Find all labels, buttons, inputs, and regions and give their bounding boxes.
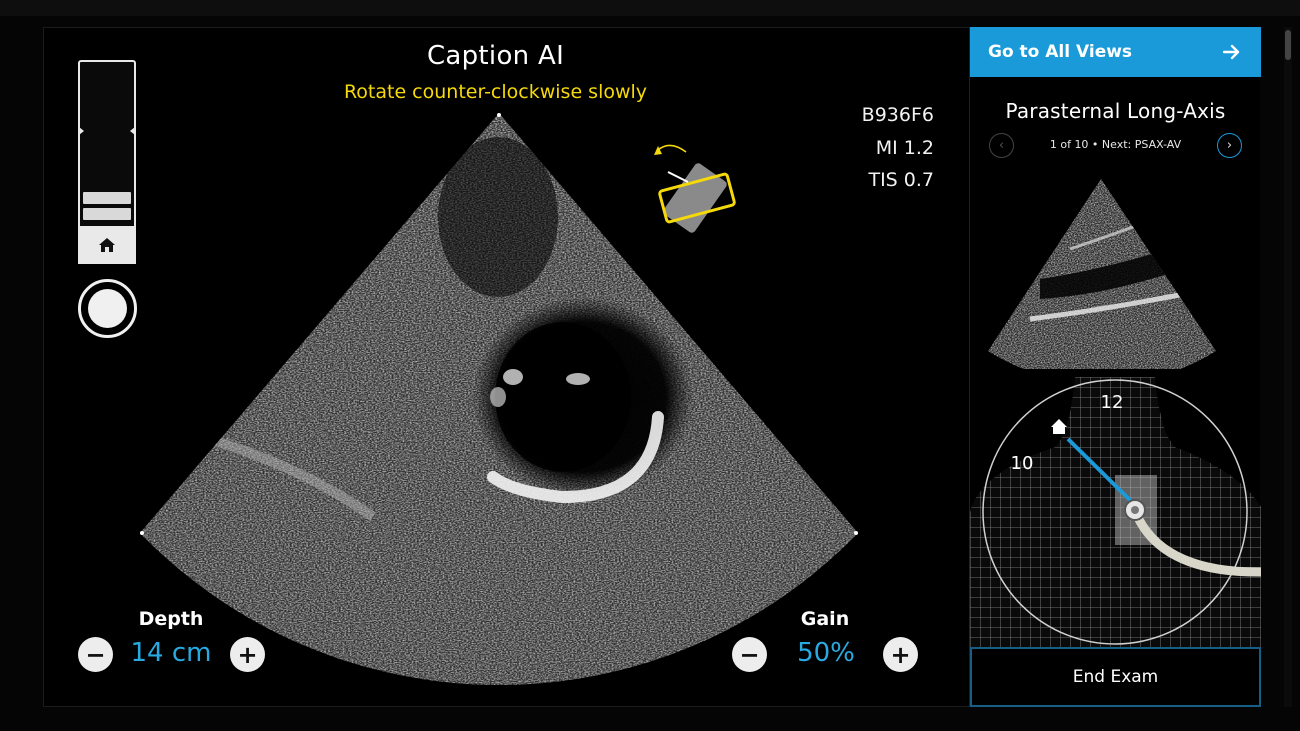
home-button[interactable] bbox=[78, 226, 136, 264]
depth-decrease-button[interactable]: − bbox=[78, 637, 113, 672]
guidance-panel: Go to All Views Parasternal Long-Axis ‹ … bbox=[969, 27, 1261, 707]
minus-icon: − bbox=[85, 640, 106, 669]
chevron-right-icon: › bbox=[1226, 138, 1233, 153]
tis-value: TIS 0.7 bbox=[868, 169, 934, 191]
record-button[interactable] bbox=[78, 279, 137, 338]
exam-id: B936F6 bbox=[861, 104, 934, 126]
acoustic-readout: B936F6 MI 1.2 TIS 0.7 bbox=[862, 99, 934, 197]
probe-position-diagram: 12 10 bbox=[970, 377, 1261, 647]
clock-label-12: 12 bbox=[1101, 392, 1124, 413]
guidance-text: Rotate counter-clockwise slowly bbox=[343, 81, 648, 103]
plus-icon: + bbox=[890, 640, 911, 669]
reference-view-image bbox=[988, 179, 1216, 369]
gain-value: 50% bbox=[797, 638, 855, 668]
minus-icon: − bbox=[739, 640, 760, 669]
imaging-area: Caption AI Rotate counter-clockwise slow… bbox=[43, 27, 968, 707]
go-to-all-views-label: Go to All Views bbox=[988, 42, 1133, 62]
plus-icon: + bbox=[237, 640, 258, 669]
top-bar bbox=[0, 0, 1300, 16]
gauge-level-bar bbox=[83, 192, 131, 204]
end-exam-button[interactable]: End Exam bbox=[970, 647, 1261, 707]
ultrasound-image bbox=[140, 113, 858, 685]
go-to-all-views-button[interactable]: Go to All Views bbox=[970, 27, 1261, 77]
app-title: Caption AI bbox=[426, 41, 565, 71]
rotate-guide-icon bbox=[654, 144, 736, 233]
end-exam-label: End Exam bbox=[1072, 667, 1159, 687]
depth-value: 14 cm bbox=[130, 638, 212, 668]
home-marker-icon bbox=[1051, 419, 1067, 434]
gain-label: Gain bbox=[800, 608, 850, 630]
gain-increase-button[interactable]: + bbox=[883, 637, 918, 672]
gain-decrease-button[interactable]: − bbox=[732, 637, 767, 672]
gauge-notch-left bbox=[79, 127, 84, 135]
next-view-button[interactable]: › bbox=[1217, 133, 1242, 158]
depth-label: Depth bbox=[138, 608, 204, 630]
clock-label-10: 10 bbox=[1011, 453, 1034, 474]
depth-increase-button[interactable]: + bbox=[230, 637, 265, 672]
scrollbar-track[interactable] bbox=[1284, 27, 1292, 707]
arrow-right-icon bbox=[1223, 44, 1240, 60]
mi-value: MI 1.2 bbox=[875, 136, 934, 159]
home-icon bbox=[99, 238, 115, 252]
scrollbar-thumb[interactable] bbox=[1285, 30, 1291, 60]
view-title: Parasternal Long-Axis bbox=[1005, 99, 1226, 123]
gauge-level-bar bbox=[83, 208, 131, 220]
gauge-notch-right bbox=[130, 127, 135, 135]
